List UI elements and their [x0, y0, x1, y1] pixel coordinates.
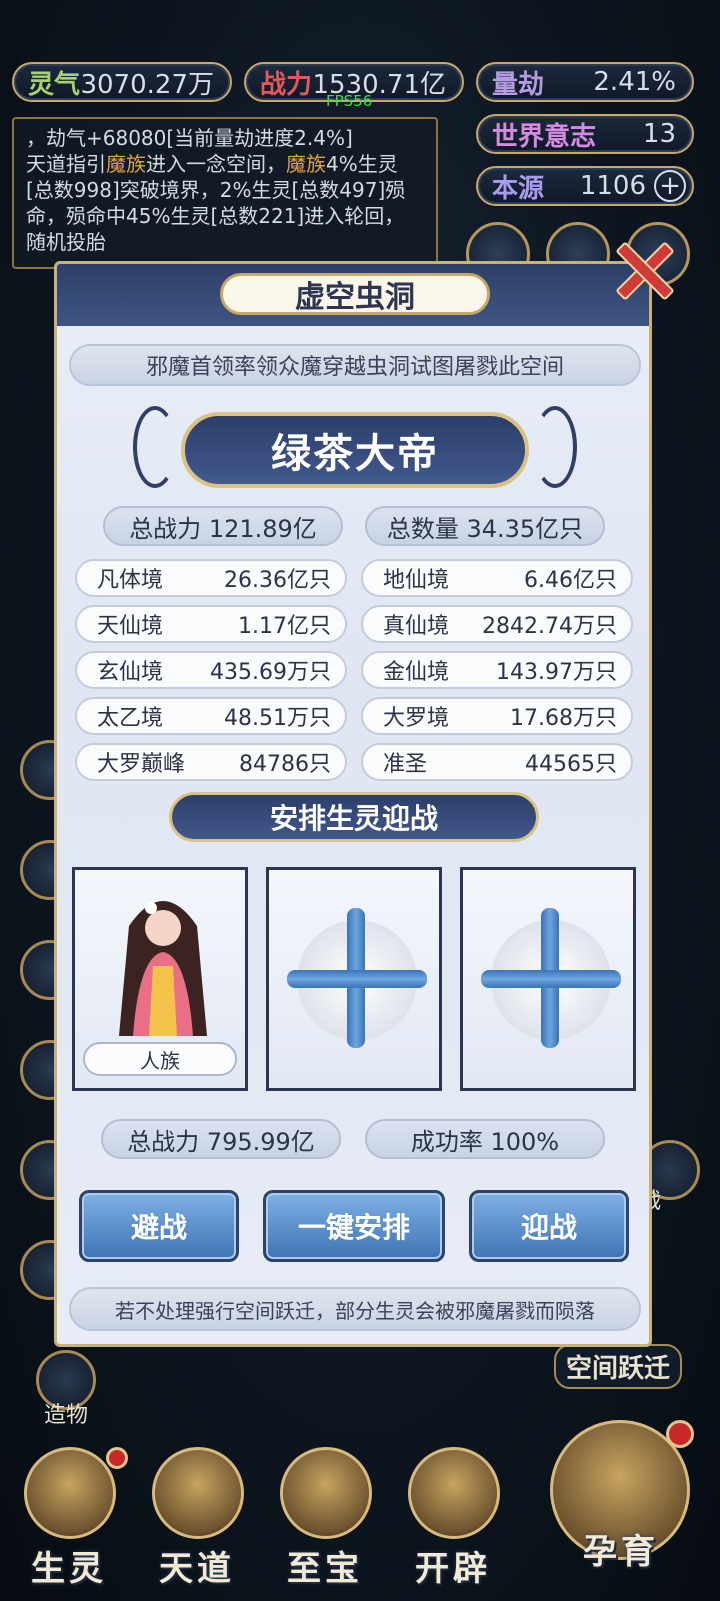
realm-value: 6.46亿只 [524, 568, 617, 593]
nav-tiandao-label: 天道 [159, 1549, 235, 1589]
character-portrait [119, 901, 207, 1036]
warning-note: 若不处理强行空间跃迁，部分生灵会被邪魔屠戮而陨落 [69, 1287, 641, 1331]
realm-row: 金仙境 143.97万只 [361, 651, 633, 689]
nav-yunyu-label: 孕育 [583, 1532, 659, 1572]
realm-name: 太乙境 [97, 706, 164, 731]
boss-ornament-right [533, 406, 577, 488]
avoid-battle-button[interactable]: 避战 [79, 1190, 239, 1262]
nav-shengling-label: 生灵 [31, 1549, 107, 1589]
log-text: 天道指引 [26, 152, 106, 176]
enemy-total-power: 总战力 121.89亿 [103, 506, 343, 546]
realm-value: 17.68万只 [510, 706, 617, 731]
nav-yunyu[interactable]: 孕育 [546, 1420, 696, 1572]
nav-shengling[interactable]: 生灵 [14, 1447, 128, 1597]
enemy-total-count: 总数量 34.35亿只 [365, 506, 605, 546]
nav-zhibao-label: 至宝 [287, 1549, 363, 1589]
boss-ornament-left [133, 406, 177, 488]
liangjie-value: 2.41% [593, 67, 676, 97]
zaowu-icon[interactable]: 造物 [36, 1350, 96, 1428]
zhibao-icon [280, 1447, 372, 1539]
add-icon [287, 970, 427, 988]
realm-value: 435.69万只 [210, 660, 331, 685]
realm-value: 44565只 [525, 752, 617, 777]
log-text: 进入一念空间， [146, 152, 286, 176]
shengling-icon [24, 1447, 116, 1539]
shijie-stat[interactable]: 世界意志 13 [476, 114, 694, 154]
benyuan-value: 1106 [579, 171, 646, 201]
tiandao-icon [152, 1447, 244, 1539]
realm-value: 1.17亿只 [238, 614, 331, 639]
close-icon[interactable] [612, 236, 676, 301]
realm-row: 凡体境 26.36亿只 [75, 559, 347, 597]
battle-slot-1[interactable]: 人族 [72, 867, 248, 1091]
nav-kaipi-label: 开辟 [415, 1549, 491, 1589]
kaipi-icon [408, 1447, 500, 1539]
dialog-title: 虚空虫洞 [220, 273, 490, 315]
realm-name: 准圣 [383, 752, 428, 777]
realm-row: 真仙境 2842.74万只 [361, 605, 633, 643]
realm-value: 2842.74万只 [482, 614, 617, 639]
realm-name: 地仙境 [383, 568, 450, 593]
battle-slot-3[interactable] [460, 867, 636, 1091]
shijie-value: 13 [642, 119, 676, 149]
nav-zhibao[interactable]: 至宝 [270, 1447, 380, 1597]
liangjie-stat[interactable]: 量劫 2.41% [476, 62, 694, 102]
log-highlight: 魔族 [286, 152, 326, 176]
realm-name: 大罗巅峰 [97, 752, 186, 777]
log-line-2: 天道指引魔族进入一念空间，魔族4%生灵[总数998]突破境界，2%生灵[总数49… [26, 151, 424, 255]
realm-row: 天仙境 1.17亿只 [75, 605, 347, 643]
liangjie-label: 量劫 [492, 69, 545, 100]
success-rate: 成功率 100% [365, 1119, 605, 1159]
shijie-label: 世界意志 [492, 121, 597, 152]
realm-name: 真仙境 [383, 614, 450, 639]
benyuan-label: 本源 [492, 173, 545, 204]
add-icon [481, 970, 621, 988]
log-highlight: 魔族 [106, 152, 146, 176]
log-line-1: ，劫气+68080[当前量劫进度2.4%] [26, 126, 353, 150]
notification-dot [666, 1420, 694, 1448]
space-jump-button[interactable]: 空间跃迁 [554, 1344, 683, 1389]
realm-row: 大罗境 17.68万只 [361, 697, 633, 735]
battle-slot-2[interactable] [266, 867, 442, 1091]
nav-kaipi[interactable]: 开辟 [398, 1447, 508, 1597]
wormhole-dialog: 虚空虫洞 邪魔首领率领众魔穿越虫洞试图屠戮此空间 绿茶大帝 总战力 121.89… [54, 261, 652, 1347]
realm-row: 地仙境 6.46亿只 [361, 559, 633, 597]
race-tag: 人族 [83, 1042, 237, 1076]
plus-icon[interactable]: + [654, 170, 686, 202]
realm-name: 凡体境 [97, 568, 164, 593]
realm-row: 大罗巅峰 84786只 [75, 743, 347, 781]
realm-row: 太乙境 48.51万只 [75, 697, 347, 735]
zhanli-label: 战力 [260, 69, 313, 100]
my-total-power: 总战力 795.99亿 [101, 1119, 341, 1159]
lingqi-stat: 灵气 3070.27万 [12, 62, 232, 102]
benyuan-stat[interactable]: 本源 1106 + [476, 166, 694, 206]
event-log: ，劫气+68080[当前量劫进度2.4%] 天道指引魔族进入一念空间，魔族4%生… [12, 117, 438, 269]
realm-name: 天仙境 [97, 614, 164, 639]
fps-counter: FPS56 [326, 92, 373, 110]
auto-arrange-button[interactable]: 一键安排 [263, 1190, 445, 1262]
zaowu-label: 造物 [43, 1403, 88, 1428]
realm-value: 84786只 [239, 752, 331, 777]
realm-name: 金仙境 [383, 660, 450, 685]
nav-tiandao[interactable]: 天道 [142, 1447, 252, 1597]
lingqi-value: 3070.27万 [80, 69, 214, 100]
lingqi-label: 灵气 [28, 69, 81, 100]
realm-name: 大罗境 [383, 706, 450, 731]
dialog-description: 邪魔首领率领众魔穿越虫洞试图屠戮此空间 [69, 344, 641, 386]
realm-name: 玄仙境 [97, 660, 164, 685]
arrange-title: 安排生灵迎战 [169, 792, 539, 842]
realm-value: 48.51万只 [224, 706, 331, 731]
realm-value: 26.36亿只 [224, 568, 331, 593]
fight-button[interactable]: 迎战 [469, 1190, 629, 1262]
realm-row: 玄仙境 435.69万只 [75, 651, 347, 689]
notification-dot [106, 1447, 128, 1469]
realm-value: 143.97万只 [496, 660, 617, 685]
boss-name: 绿茶大帝 [181, 412, 529, 488]
realm-row: 准圣 44565只 [361, 743, 633, 781]
